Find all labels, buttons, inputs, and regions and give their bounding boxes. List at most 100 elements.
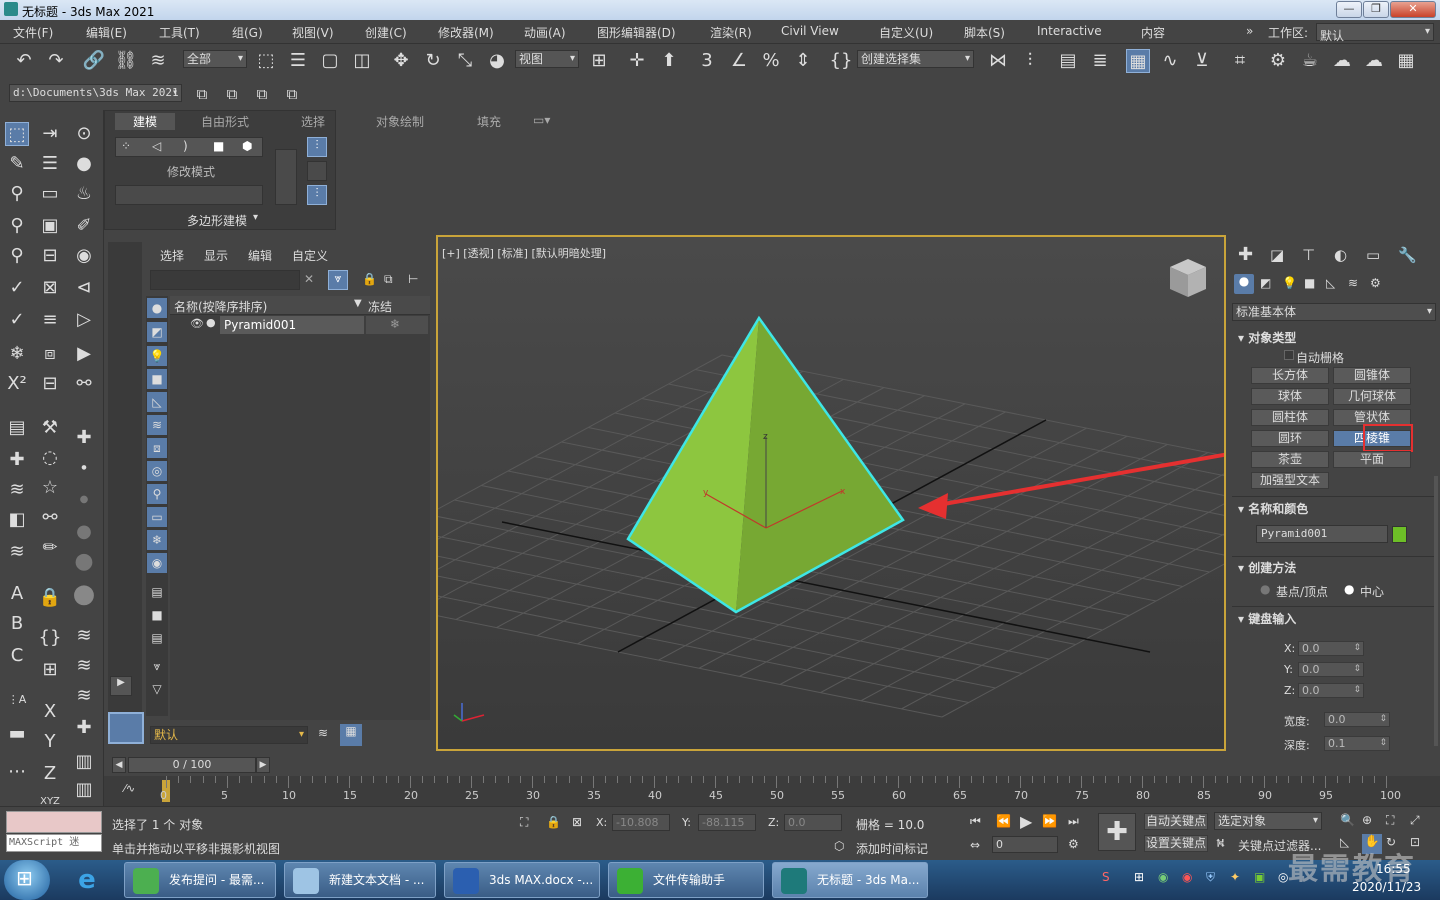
named-selection-dropdown[interactable]: 创建选择集 <box>857 50 974 68</box>
rect-selection-icon[interactable]: ▢ <box>318 49 342 73</box>
add-time-tag[interactable]: 添加时间标记 <box>856 840 928 857</box>
select-region-icon[interactable]: ◧ <box>5 508 29 532</box>
motion-tab-icon[interactable]: ◐ <box>1334 246 1347 264</box>
display-tab-icon[interactable]: ▭ <box>1366 246 1380 264</box>
link-tool-icon[interactable]: ⚲ <box>5 182 29 206</box>
menu-scripting[interactable]: 脚本(S) <box>964 24 1005 41</box>
axis-a-icon[interactable]: ⋮A <box>5 688 29 712</box>
snap-3d-icon[interactable]: 3 <box>695 49 719 73</box>
center-radio[interactable]: ● <box>1344 582 1354 596</box>
rotate-icon[interactable]: ↻ <box>421 49 445 73</box>
redo-icon[interactable]: ↷ <box>44 49 68 73</box>
taskbar-item[interactable]: 3ds MAX.docx -... <box>444 862 600 898</box>
viewport[interactable]: z y x [+] [透视] [标准] [默认明暗处理] <box>436 235 1226 751</box>
base-apex-radio[interactable]: ● <box>1260 582 1270 596</box>
render-setup-icon[interactable]: ⚙ <box>1266 49 1290 73</box>
ribbon-polygon-icon[interactable]: ■ <box>213 139 224 153</box>
ribbon-tool2-icon[interactable] <box>307 161 327 181</box>
tray-weibo-icon[interactable]: ◉ <box>1182 870 1192 884</box>
minimize-button[interactable]: — <box>1336 1 1362 18</box>
visibility-eye-icon[interactable]: 👁 <box>190 317 204 330</box>
pen-icon[interactable]: ✐ <box>72 214 96 238</box>
keyboard-entry-header[interactable]: ▾ 键盘输入 <box>1238 610 1296 627</box>
cone-button[interactable]: 圆锥体 <box>1333 367 1411 384</box>
tab-freeform[interactable]: 自由形式 <box>201 113 249 130</box>
taskbar-item[interactable]: 发布提问 - 最需... <box>124 862 276 898</box>
menu-interactive[interactable]: Interactive <box>1037 24 1102 38</box>
paint-select-icon[interactable]: ✎ <box>5 152 29 176</box>
box-button[interactable]: 长方体 <box>1251 367 1329 384</box>
select-mode-icon[interactable]: ⬚ <box>5 122 29 146</box>
tab-selection[interactable]: 选择 <box>301 113 325 130</box>
selection-lock-icon[interactable]: 🔒 <box>546 815 561 829</box>
curve-editor-icon[interactable]: ∿ <box>1158 49 1182 73</box>
layers-icon[interactable]: ▤ <box>5 416 29 440</box>
name-color-header[interactable]: ▾ 名称和颜色 <box>1238 500 1308 517</box>
filter-icon[interactable]: ⩔ <box>328 270 348 290</box>
menu-edit[interactable]: 编辑(E) <box>86 24 127 41</box>
kb-y-spinner[interactable]: 0.0 <box>1298 662 1364 677</box>
systems-category-icon[interactable]: ⚙ <box>1370 276 1381 290</box>
text-b-icon[interactable]: B <box>5 612 29 636</box>
list-icon[interactable]: ≡ <box>38 308 62 332</box>
goto-end-icon[interactable]: ⏭ <box>1068 814 1079 829</box>
prev-key-icon[interactable]: ⏪ <box>996 814 1011 828</box>
layer-dropdown[interactable]: 默认 <box>150 726 308 744</box>
ribbon-vertex-icon[interactable]: ⁘ <box>121 139 131 153</box>
taskbar-item[interactable]: 新建文本文档 - ... <box>284 862 436 898</box>
explorer-tab-select[interactable]: 选择 <box>160 247 184 264</box>
display-containers-icon[interactable]: ▭ <box>147 507 167 527</box>
ribbon-element-icon[interactable]: ⬢ <box>242 139 252 153</box>
taskbar-item[interactable]: 文件传输助手 <box>608 862 764 898</box>
menu-modifiers[interactable]: 修改器(M) <box>438 24 494 41</box>
render-cloud-icon[interactable]: ☁ <box>1362 49 1386 73</box>
scene-explorer-toggle-icon[interactable]: ▤ <box>1056 49 1080 73</box>
maxscript-listener[interactable]: MAXScript 迷 <box>6 834 102 852</box>
creation-method-header[interactable]: ▾ 创建方法 <box>1238 559 1296 576</box>
stack2-icon[interactable]: ≋ <box>5 540 29 564</box>
viewcube[interactable] <box>1170 259 1206 297</box>
ribbon-border-icon[interactable]: ) <box>183 139 188 153</box>
snap-tool-icon[interactable]: ⚲ <box>5 214 29 238</box>
select-object-icon[interactable]: ⬚ <box>254 49 278 73</box>
stack4-icon[interactable]: ≋ <box>72 654 96 678</box>
collapse-explorer-button[interactable]: ▶ <box>110 676 132 696</box>
panel-scrollbar[interactable] <box>1434 476 1438 746</box>
teapot-button[interactable]: 茶壶 <box>1251 451 1329 468</box>
lock-explorer-icon[interactable]: 🔒 <box>362 272 377 286</box>
menu-rendering[interactable]: 渲染(R) <box>710 24 752 41</box>
tools-icon[interactable]: ⚒ <box>38 416 62 440</box>
menu-customize[interactable]: 自定义(U) <box>879 24 933 41</box>
edit-named-selection-icon[interactable]: {} <box>829 49 853 73</box>
explorer-tab-edit[interactable]: 编辑 <box>248 247 272 264</box>
brush-icon[interactable]: ✓ <box>5 308 29 332</box>
tab-modeling[interactable]: 建模 <box>115 113 175 130</box>
pivot-center-icon[interactable]: ⊞ <box>587 49 611 73</box>
isolate-icon[interactable]: ⛶ <box>520 815 528 830</box>
stack5-icon[interactable]: ≋ <box>72 684 96 708</box>
tray-network-icon[interactable]: ⊞ <box>1134 870 1144 884</box>
container-update-icon[interactable]: ⧉ <box>280 82 304 106</box>
clear-search-icon[interactable]: ✕ <box>304 272 314 286</box>
circle-icon[interactable]: ◌ <box>38 446 62 470</box>
create-tab-icon[interactable]: ✚ <box>1238 244 1253 265</box>
display-helpers-icon[interactable]: ◺ <box>147 392 167 412</box>
taskbar-item[interactable]: 无标题 - 3ds Ma... <box>772 862 928 898</box>
menu-group[interactable]: 组(G) <box>232 24 263 41</box>
utilities-tab-icon[interactable]: 🔧 <box>1398 246 1417 264</box>
col-name-header[interactable]: 名称(按降序排序) <box>174 298 267 315</box>
kb-width-spinner[interactable]: 0.0 <box>1324 712 1390 727</box>
mirror-icon[interactable]: ⋈ <box>986 49 1010 73</box>
goto-start-icon[interactable]: ⏮ <box>970 814 981 829</box>
layer-stack-icon[interactable]: ≋ <box>318 726 328 740</box>
spinner-snap-icon[interactable]: ⇕ <box>791 49 815 73</box>
axis-z-icon[interactable]: Z <box>38 762 62 786</box>
time-tag-icon[interactable]: ⬡ <box>834 839 844 853</box>
select-manipulate-icon[interactable]: ✛ <box>625 49 649 73</box>
hierarchy-view-icon[interactable]: ⊢ <box>408 272 418 286</box>
render-anim-icon[interactable]: ▶ <box>72 342 96 366</box>
ribbon-tool3-icon[interactable]: ⫶ <box>307 185 327 205</box>
clock-time[interactable]: 16:55 <box>1376 862 1411 876</box>
menu-views[interactable]: 视图(V) <box>292 24 334 41</box>
selected-object-dropdown[interactable]: 选定对象 <box>1214 812 1322 830</box>
